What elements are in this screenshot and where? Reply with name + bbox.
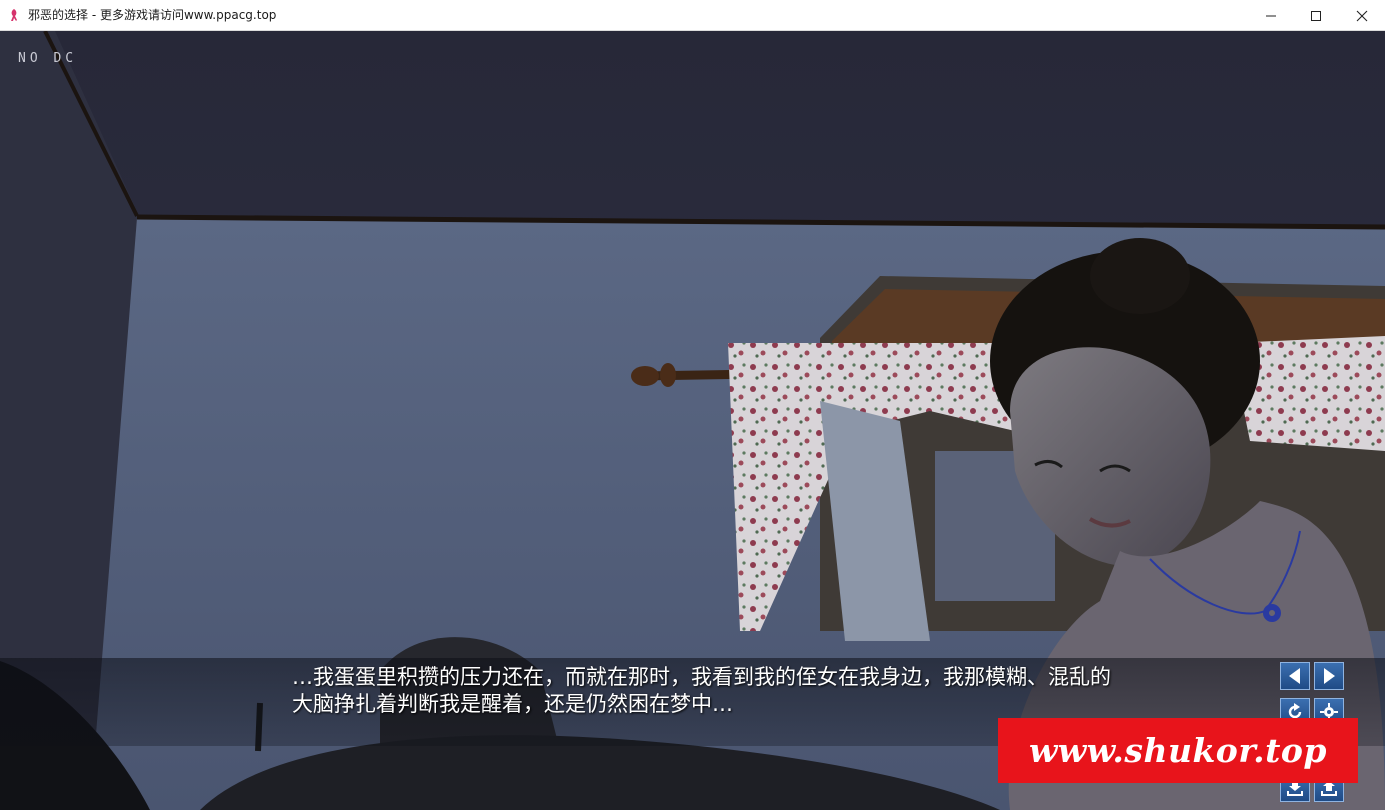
window-title-bar: 邪恶的选择 - 更多游戏请访问www.ppacg.top bbox=[0, 0, 1385, 31]
window-title: 邪恶的选择 - 更多游戏请访问www.ppacg.top bbox=[28, 8, 277, 22]
maximize-button[interactable] bbox=[1293, 0, 1339, 31]
game-scene[interactable]: NO DC …我蛋蛋里积攒的压力还在，而就在那时，我看到我的侄女在我身边，我那模… bbox=[0, 31, 1385, 810]
watermark-text: www.shukor.top bbox=[1028, 731, 1327, 770]
close-button[interactable] bbox=[1339, 0, 1385, 31]
close-icon bbox=[1356, 10, 1368, 21]
debug-label: NO DC bbox=[18, 51, 78, 66]
previous-button[interactable] bbox=[1280, 662, 1310, 690]
arrow-left-icon bbox=[1289, 668, 1300, 684]
minimize-button[interactable] bbox=[1248, 0, 1294, 31]
dialogue-text: …我蛋蛋里积攒的压力还在，而就在那时，我看到我的侄女在我身边，我那模糊、混乱的大… bbox=[292, 665, 1111, 716]
next-button[interactable] bbox=[1314, 662, 1344, 690]
app-icon bbox=[11, 9, 17, 21]
arrow-right-icon bbox=[1324, 668, 1335, 684]
watermark-banner: www.shukor.top bbox=[998, 718, 1358, 783]
maximize-icon bbox=[1311, 10, 1321, 21]
minimize-icon bbox=[1266, 15, 1276, 16]
